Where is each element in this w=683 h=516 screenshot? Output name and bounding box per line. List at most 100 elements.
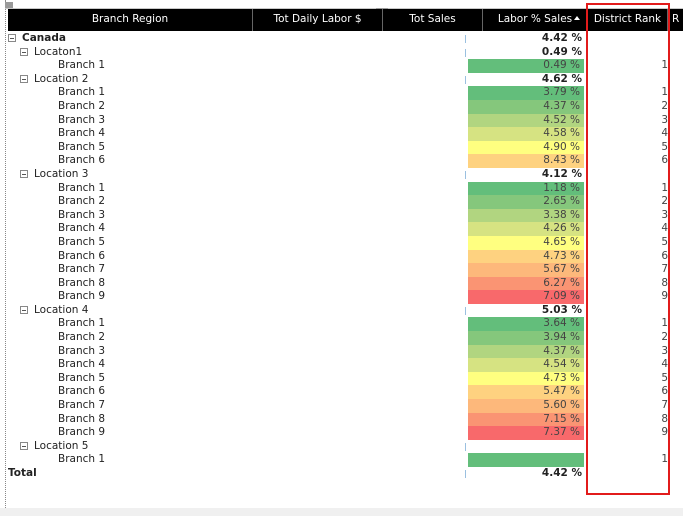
table-row[interactable]: Branch 9 7.37 % 9 — [8, 426, 683, 440]
matrix-body: Canada 4.42 % Locaton1 0.49 % Branch 1 0.49 %… — [8, 32, 683, 481]
labor-pct-cell: 7.09 % — [468, 290, 584, 304]
table-row[interactable]: Branch 2 2.65 % 2 — [8, 195, 683, 209]
labor-pct-cell: 6.27 % — [468, 276, 584, 291]
table-row[interactable]: Branch 2 4.37 % 2 — [8, 99, 683, 114]
table-row[interactable]: Branch 4 4.26 % 4 — [8, 222, 683, 236]
labor-pct-cell: 4.54 % — [468, 358, 584, 372]
labor-pct-cell: 4.62 % — [541, 72, 582, 85]
row-label: Branch 1 — [58, 181, 106, 194]
table-row[interactable]: Branch 1 0.49 % 1 — [8, 59, 683, 73]
visual-left-border — [5, 0, 6, 516]
group-row[interactable]: Canada 4.42 % — [8, 32, 683, 46]
labor-pct-cell: 3.94 % — [468, 331, 584, 345]
row-label: Branch 5 — [58, 140, 106, 153]
table-row[interactable]: Branch 5 4.90 % 5 — [8, 140, 683, 155]
labor-pct-cell: 5.67 % — [468, 263, 584, 277]
table-row[interactable]: Branch 4 4.58 % 4 — [8, 127, 683, 141]
group-row[interactable]: Location 5 — [8, 440, 683, 454]
collapse-toggle-icon[interactable] — [20, 47, 28, 56]
table-header: Branch Region Tot Daily Labor $ Tot Sale… — [8, 9, 683, 31]
labor-pct-cell: 8.43 % — [468, 154, 584, 168]
collapse-toggle-icon[interactable] — [8, 34, 16, 42]
row-label: Branch 6 — [58, 154, 106, 167]
table-row[interactable]: Branch 3 4.37 % 3 — [8, 344, 683, 359]
labor-pct-cell — [468, 453, 584, 467]
table-row[interactable]: Branch 8 7.15 % 8 — [8, 412, 683, 427]
labor-pct-cell: 4.37 % — [468, 344, 584, 359]
labor-pct-cell: 0.49 % — [468, 59, 584, 73]
table-row[interactable]: Branch 6 8.43 % 6 — [8, 154, 683, 168]
row-label: Branch 2 — [58, 99, 106, 112]
table-row[interactable]: Branch 6 5.47 % 6 — [8, 385, 683, 400]
row-label: Branch 5 — [58, 235, 106, 248]
table-row[interactable]: Branch 9 7.09 % 9 — [8, 290, 683, 304]
district-rank-highlight-box — [586, 3, 670, 495]
row-label: Branch 1 — [58, 453, 106, 466]
row-label: Branch 4 — [58, 127, 106, 140]
labor-pct-cell: 3.79 % — [468, 86, 584, 100]
group-row[interactable]: Locaton1 0.49 % — [8, 46, 683, 60]
row-label: Branch 5 — [58, 371, 106, 384]
table-row[interactable]: Branch 11 — [8, 453, 683, 467]
row-label: Branch 9 — [58, 426, 106, 439]
labor-pct-cell: 4.58 % — [468, 127, 584, 141]
row-label: Branch 1 — [58, 317, 106, 330]
row-label: Locaton1 — [34, 45, 83, 58]
collapse-toggle-icon[interactable] — [20, 441, 28, 450]
labor-pct-cell: 5.60 % — [468, 399, 584, 413]
table-row[interactable]: Branch 3 3.38 % 3 — [8, 208, 683, 223]
row-label: Branch 2 — [58, 195, 106, 208]
table-row[interactable]: Branch 5 4.73 % 5 — [8, 371, 683, 386]
table-row[interactable]: Branch 3 4.52 % 3 — [8, 113, 683, 128]
group-row[interactable]: Location 4 5.03 % — [8, 304, 683, 318]
labor-pct-cell: 4.26 % — [468, 222, 584, 236]
collapse-toggle-icon[interactable] — [20, 169, 28, 178]
column-header-tot-daily-labor[interactable]: Tot Daily Labor $ — [253, 9, 383, 31]
row-label: Location 3 — [34, 167, 89, 180]
row-label: Branch 1 — [58, 59, 106, 72]
table-row[interactable]: Branch 1 1.18 % 1 — [8, 181, 683, 196]
row-label: Branch 7 — [58, 399, 106, 412]
row-label: Branch 4 — [58, 222, 106, 235]
labor-pct-cell: 4.73 % — [468, 249, 584, 264]
labor-pct-cell: 3.64 % — [468, 317, 584, 332]
horizontal-scroll-area[interactable] — [0, 508, 683, 516]
row-label: Branch 4 — [58, 358, 106, 371]
row-label: Total — [8, 467, 37, 479]
collapse-toggle-icon[interactable] — [20, 74, 28, 83]
column-header-tot-sales[interactable]: Tot Sales — [383, 9, 483, 31]
table-row[interactable]: Branch 5 4.65 % 5 — [8, 235, 683, 250]
table-row[interactable]: Branch 7 5.60 % 7 — [8, 399, 683, 413]
row-label: Branch 2 — [58, 331, 106, 344]
labor-pct-cell: 5.03 % — [541, 303, 582, 316]
row-label: Location 5 — [34, 439, 89, 452]
row-label: Branch 9 — [58, 290, 106, 303]
row-label: Branch 3 — [58, 344, 106, 357]
total-row[interactable]: Total 4.42 % — [8, 467, 683, 481]
labor-pct-cell: 4.65 % — [468, 235, 584, 250]
group-row[interactable]: Location 3 4.12 % — [8, 168, 683, 182]
labor-pct-cell: 4.52 % — [468, 113, 584, 128]
table-row[interactable]: Branch 2 3.94 % 2 — [8, 331, 683, 345]
group-row[interactable]: Location 2 4.62 % — [8, 73, 683, 87]
row-label: Branch 1 — [58, 86, 106, 99]
column-header-truncated[interactable]: R — [668, 9, 683, 31]
sort-ascending-icon — [574, 16, 580, 20]
labor-pct-cell: 4.37 % — [468, 99, 584, 114]
collapse-toggle-icon[interactable] — [20, 305, 28, 314]
resize-grip[interactable] — [5, 2, 13, 8]
row-label: Branch 7 — [58, 263, 106, 276]
table-row[interactable]: Branch 1 3.64 % 1 — [8, 317, 683, 332]
row-label: Branch 3 — [58, 113, 106, 126]
labor-pct-cell: 0.49 % — [541, 45, 582, 58]
table-row[interactable]: Branch 8 6.27 % 8 — [8, 276, 683, 291]
labor-pct-cell — [466, 440, 586, 454]
column-header-branch-region[interactable]: Branch Region — [8, 9, 253, 31]
table-row[interactable]: Branch 1 3.79 % 1 — [8, 86, 683, 100]
column-header-labor-pct-sales[interactable]: Labor % Sales — [483, 9, 588, 31]
table-row[interactable]: Branch 7 5.67 % 7 — [8, 263, 683, 277]
table-row[interactable]: Branch 4 4.54 % 4 — [8, 358, 683, 372]
labor-pct-cell: 3.38 % — [468, 208, 584, 223]
row-label: Branch 8 — [58, 276, 106, 289]
table-row[interactable]: Branch 6 4.73 % 6 — [8, 249, 683, 264]
